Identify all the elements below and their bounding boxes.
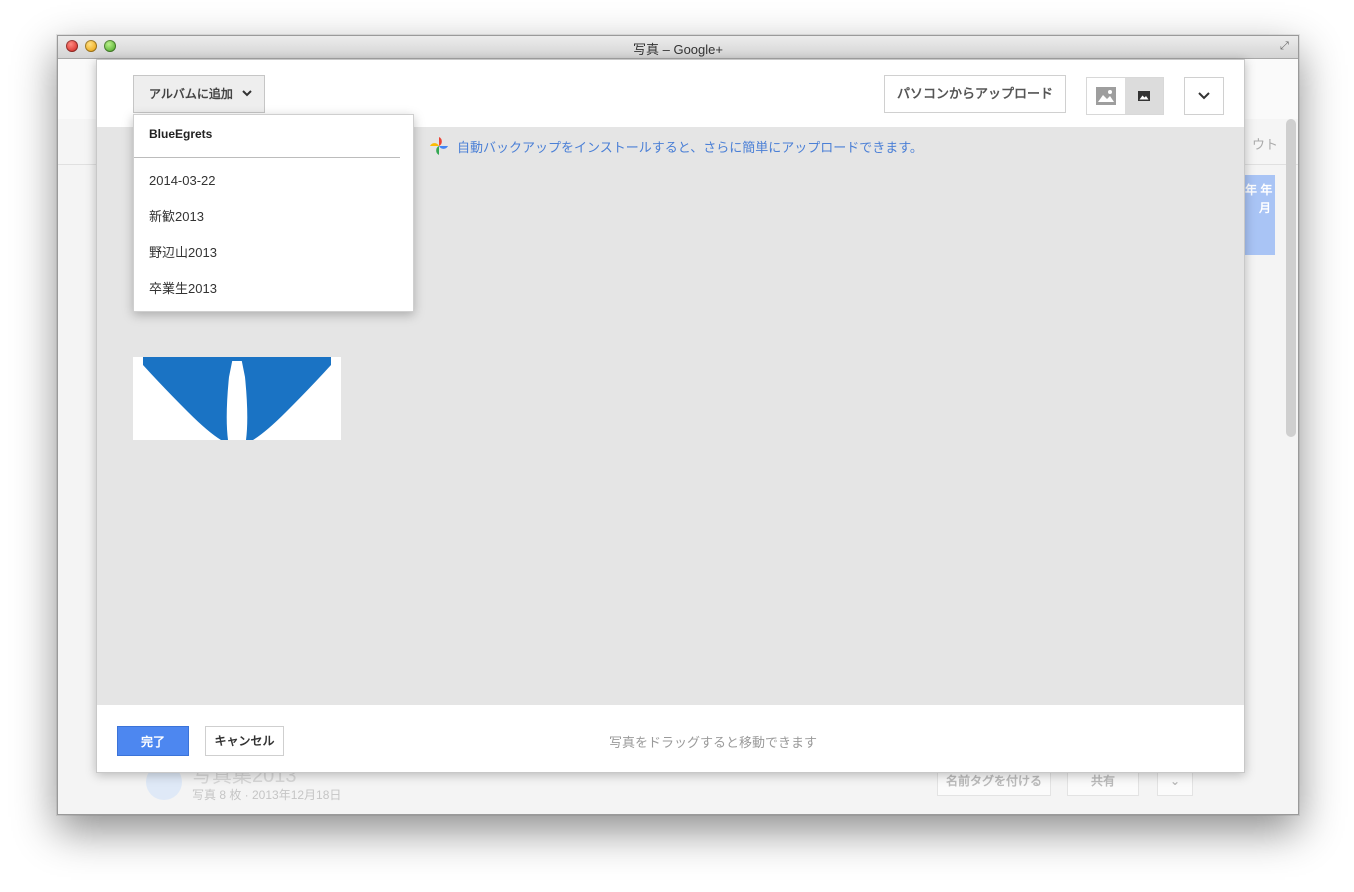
add-photos-dialog: アルバムに追加 パソコンからアップロード 自動バックアップをインストールすると、…	[96, 59, 1245, 773]
background-year-tile: 年 年 月	[1245, 175, 1275, 255]
window-title: 写真 – Google+	[633, 42, 723, 57]
chevron-down-icon	[1198, 92, 1210, 100]
add-to-album-button[interactable]: アルバムに追加	[133, 75, 265, 113]
album-option[interactable]: 卒業生2013	[149, 279, 217, 299]
album-option[interactable]: 新歓2013	[149, 207, 204, 227]
photo-thumbnail[interactable]	[133, 357, 341, 440]
pinwheel-icon	[430, 137, 448, 155]
title-bar: 写真 – Google+ ⤢	[58, 36, 1298, 59]
fullscreen-icon[interactable]: ⤢	[1280, 40, 1292, 52]
view-toggle	[1086, 77, 1164, 115]
auto-backup-link[interactable]: 自動バックアップをインストールすると、さらに簡単にアップロードできます。	[457, 137, 923, 156]
dropdown-current-album[interactable]: BlueEgrets	[149, 127, 212, 141]
cancel-button[interactable]: キャンセル	[205, 726, 284, 756]
dialog-footer: 完了 キャンセル 写真をドラッグすると移動できます	[97, 705, 1244, 772]
dropdown-divider	[134, 157, 400, 158]
auto-backup-notice[interactable]: 自動バックアップをインストールすると、さらに簡単にアップロードできます。	[429, 136, 923, 156]
album-dropdown-menu: BlueEgrets 2014-03-22 新歓2013 野辺山2013 卒業生…	[133, 114, 414, 312]
background-album-meta: 写真 8 枚 · 2013年12月18日	[192, 788, 342, 802]
album-option[interactable]: 野辺山2013	[149, 243, 217, 263]
background-scrollbar	[1286, 119, 1296, 437]
upload-from-computer-button[interactable]: パソコンからアップロード	[884, 75, 1066, 113]
background-logout-link: ウト	[1251, 137, 1278, 152]
more-options-button[interactable]	[1184, 77, 1224, 115]
done-button[interactable]: 完了	[117, 726, 189, 756]
small-thumbnail-view-icon[interactable]	[1125, 78, 1163, 114]
album-option[interactable]: 2014-03-22	[149, 171, 216, 191]
background-tile-text: 年 年 月	[1245, 183, 1273, 215]
large-thumbnail-view-icon[interactable]	[1087, 78, 1125, 114]
drag-hint-text: 写真をドラッグすると移動できます	[609, 735, 818, 750]
add-to-album-label: アルバムに追加	[149, 87, 233, 101]
